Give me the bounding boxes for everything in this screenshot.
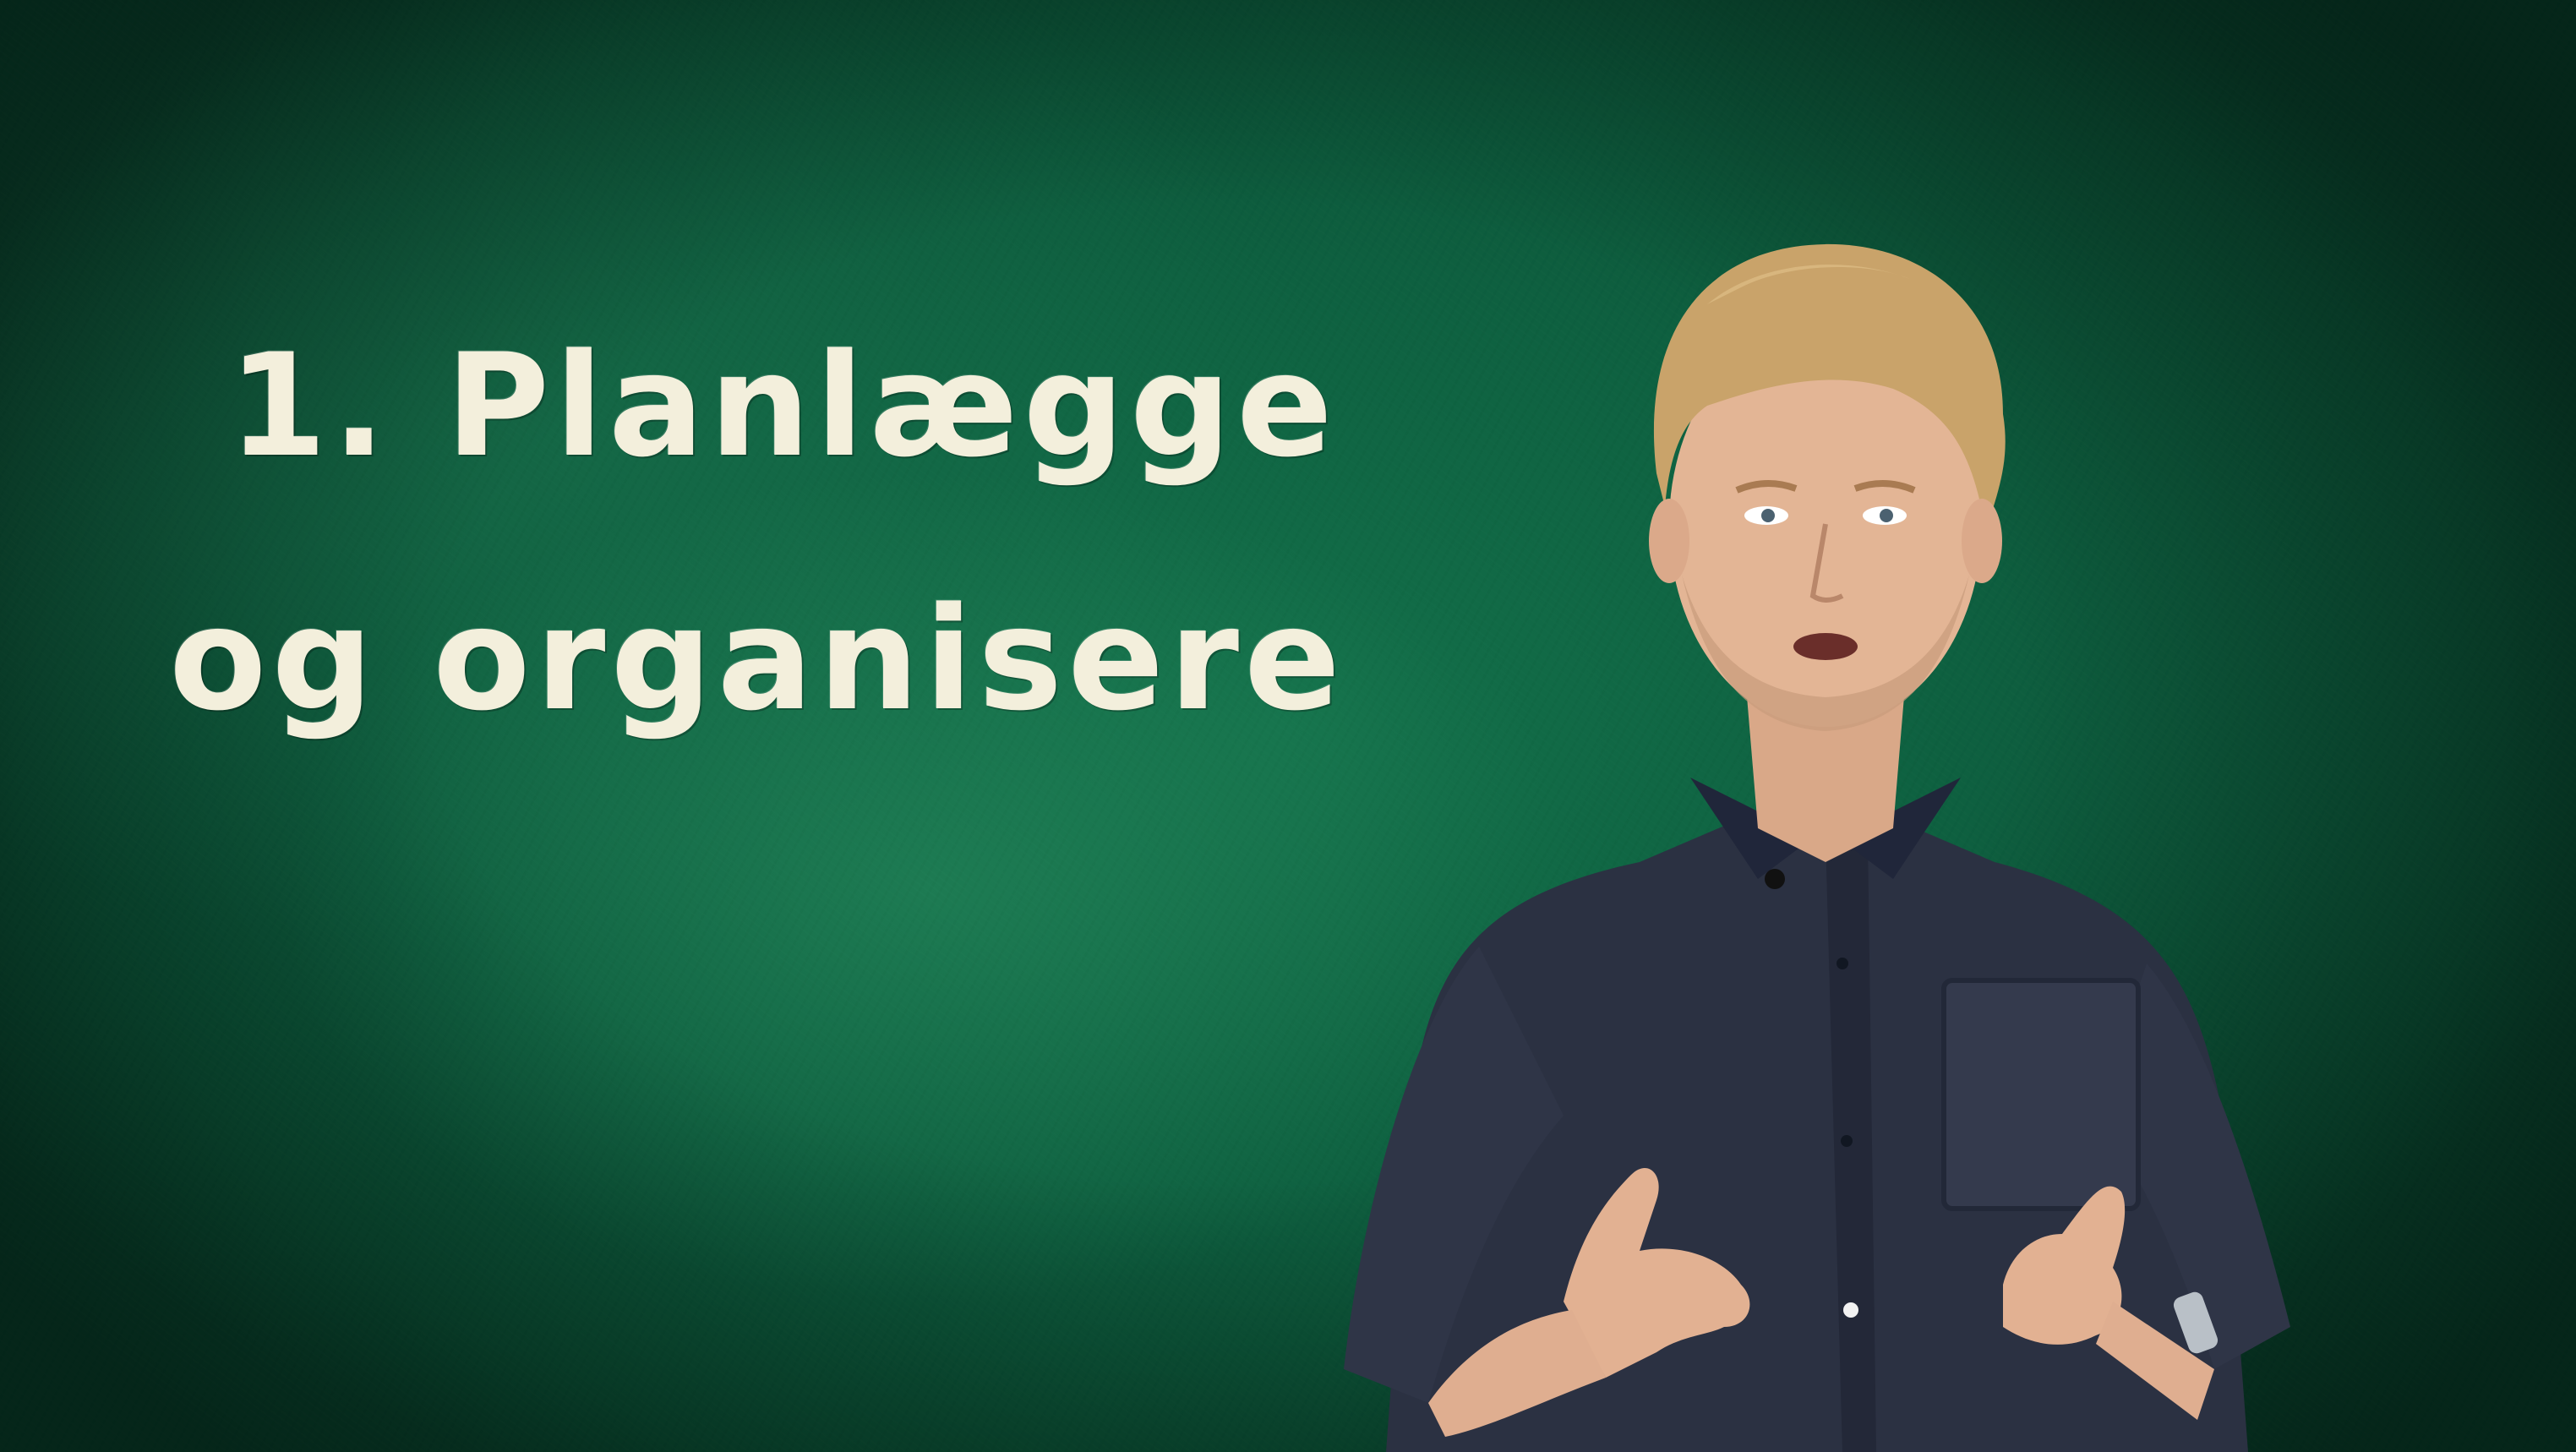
headline-line-1: 1. Planlægge xyxy=(228,323,1338,489)
presenter-figure xyxy=(1285,135,2333,1452)
video-frame: 1. Planlægge og organisere xyxy=(0,0,2576,1452)
presenter-illustration xyxy=(1344,243,2290,1452)
headline-line-2: og organisere xyxy=(169,576,1345,742)
chalk-headline: 1. Planlægge og organisere xyxy=(169,279,1352,786)
